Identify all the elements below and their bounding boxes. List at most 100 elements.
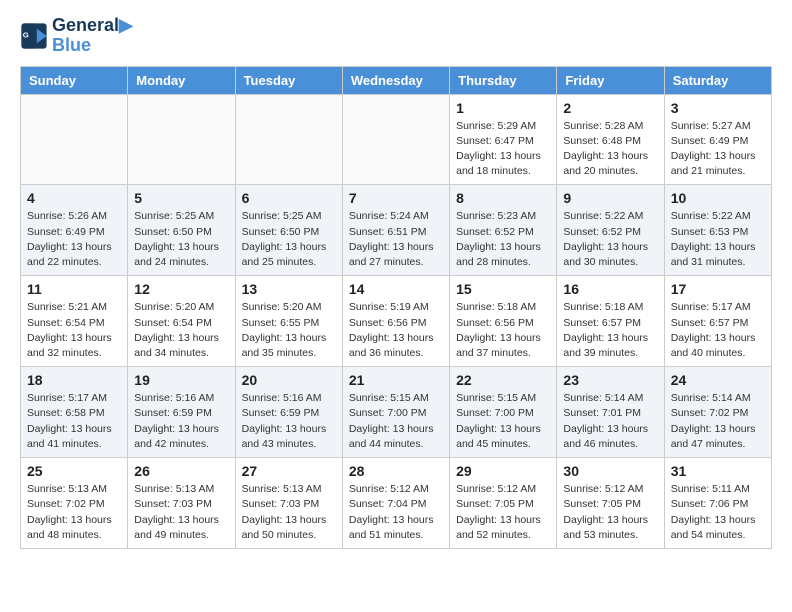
logo: G General▶ Blue <box>20 16 133 56</box>
day-number: 21 <box>349 372 443 388</box>
calendar-day-cell: 25 Sunrise: 5:13 AMSunset: 7:02 PMDayligh… <box>21 458 128 549</box>
day-number: 22 <box>456 372 550 388</box>
day-info: Sunrise: 5:13 AMSunset: 7:03 PMDaylight:… <box>242 482 336 543</box>
calendar-day-cell: 16 Sunrise: 5:18 AMSunset: 6:57 PMDayligh… <box>557 276 664 367</box>
calendar-day-cell: 26 Sunrise: 5:13 AMSunset: 7:03 PMDayligh… <box>128 458 235 549</box>
day-info: Sunrise: 5:19 AMSunset: 6:56 PMDaylight:… <box>349 300 443 361</box>
day-number: 31 <box>671 463 765 479</box>
calendar-day-cell: 21Sunrise: 5:15 AMSunset: 7:00 PMDayligh… <box>342 367 449 458</box>
day-info: Sunrise: 5:13 AMSunset: 7:03 PMDaylight:… <box>134 482 228 543</box>
calendar-day-cell <box>235 94 342 185</box>
day-number: 12 <box>134 281 228 297</box>
day-number: 19 <box>134 372 228 388</box>
day-number: 26 <box>134 463 228 479</box>
day-info: Sunrise: 5:22 AMSunset: 6:53 PMDaylight:… <box>671 209 765 270</box>
calendar-day-cell: 4Sunrise: 5:26 AMSunset: 6:49 PMDaylight… <box>21 185 128 276</box>
day-info: Sunrise: 5:28 AMSunset: 6:48 PMDaylight:… <box>563 119 657 180</box>
calendar-day-cell: 9 Sunrise: 5:22 AMSunset: 6:52 PMDaylight… <box>557 185 664 276</box>
day-info: Sunrise: 5:25 AMSunset: 6:50 PMDaylight:… <box>134 209 228 270</box>
day-info: Sunrise: 5:16 AMSunset: 6:59 PMDaylight:… <box>134 391 228 452</box>
calendar-day-cell: 8 Sunrise: 5:23 AMSunset: 6:52 PMDaylight… <box>450 185 557 276</box>
calendar-day-cell: 14Sunrise: 5:19 AMSunset: 6:56 PMDayligh… <box>342 276 449 367</box>
day-number: 30 <box>563 463 657 479</box>
day-number: 3 <box>671 100 765 116</box>
day-info: Sunrise: 5:21 AMSunset: 6:54 PMDaylight:… <box>27 300 121 361</box>
calendar-week-row: 25 Sunrise: 5:13 AMSunset: 7:02 PMDayligh… <box>21 458 772 549</box>
day-info: Sunrise: 5:15 AMSunset: 7:00 PMDaylight:… <box>456 391 550 452</box>
calendar-header-tuesday: Tuesday <box>235 66 342 94</box>
calendar-day-cell: 5 Sunrise: 5:25 AMSunset: 6:50 PMDaylight… <box>128 185 235 276</box>
day-info: Sunrise: 5:17 AMSunset: 6:58 PMDaylight:… <box>27 391 121 452</box>
day-number: 9 <box>563 190 657 206</box>
day-number: 6 <box>242 190 336 206</box>
calendar-day-cell: 24Sunrise: 5:14 AMSunset: 7:02 PMDayligh… <box>664 367 771 458</box>
calendar-day-cell: 7 Sunrise: 5:24 AMSunset: 6:51 PMDaylight… <box>342 185 449 276</box>
day-number: 4 <box>27 190 121 206</box>
day-info: Sunrise: 5:13 AMSunset: 7:02 PMDaylight:… <box>27 482 121 543</box>
calendar-day-cell: 28Sunrise: 5:12 AMSunset: 7:04 PMDayligh… <box>342 458 449 549</box>
calendar-day-cell: 12 Sunrise: 5:20 AMSunset: 6:54 PMDayligh… <box>128 276 235 367</box>
day-number: 13 <box>242 281 336 297</box>
day-number: 25 <box>27 463 121 479</box>
day-number: 17 <box>671 281 765 297</box>
calendar-day-cell <box>342 94 449 185</box>
calendar-day-cell: 18 Sunrise: 5:17 AMSunset: 6:58 PMDayligh… <box>21 367 128 458</box>
day-info: Sunrise: 5:24 AMSunset: 6:51 PMDaylight:… <box>349 209 443 270</box>
calendar-day-cell: 30 Sunrise: 5:12 AMSunset: 7:05 PMDayligh… <box>557 458 664 549</box>
day-info: Sunrise: 5:27 AMSunset: 6:49 PMDaylight:… <box>671 119 765 180</box>
day-info: Sunrise: 5:12 AMSunset: 7:05 PMDaylight:… <box>456 482 550 543</box>
day-info: Sunrise: 5:20 AMSunset: 6:54 PMDaylight:… <box>134 300 228 361</box>
day-number: 10 <box>671 190 765 206</box>
calendar-week-row: 4Sunrise: 5:26 AMSunset: 6:49 PMDaylight… <box>21 185 772 276</box>
day-number: 23 <box>563 372 657 388</box>
calendar-day-cell: 22 Sunrise: 5:15 AMSunset: 7:00 PMDayligh… <box>450 367 557 458</box>
calendar-day-cell <box>128 94 235 185</box>
day-number: 18 <box>27 372 121 388</box>
day-info: Sunrise: 5:18 AMSunset: 6:57 PMDaylight:… <box>563 300 657 361</box>
calendar-day-cell: 17 Sunrise: 5:17 AMSunset: 6:57 PMDayligh… <box>664 276 771 367</box>
day-number: 29 <box>456 463 550 479</box>
day-info: Sunrise: 5:22 AMSunset: 6:52 PMDaylight:… <box>563 209 657 270</box>
calendar-day-cell: 15 Sunrise: 5:18 AMSunset: 6:56 PMDayligh… <box>450 276 557 367</box>
calendar-day-cell: 1Sunrise: 5:29 AMSunset: 6:47 PMDaylight… <box>450 94 557 185</box>
day-info: Sunrise: 5:20 AMSunset: 6:55 PMDaylight:… <box>242 300 336 361</box>
calendar-week-row: 1Sunrise: 5:29 AMSunset: 6:47 PMDaylight… <box>21 94 772 185</box>
calendar-day-cell: 27 Sunrise: 5:13 AMSunset: 7:03 PMDayligh… <box>235 458 342 549</box>
calendar-day-cell: 11 Sunrise: 5:21 AMSunset: 6:54 PMDayligh… <box>21 276 128 367</box>
day-info: Sunrise: 5:23 AMSunset: 6:52 PMDaylight:… <box>456 209 550 270</box>
calendar-week-row: 11 Sunrise: 5:21 AMSunset: 6:54 PMDayligh… <box>21 276 772 367</box>
day-info: Sunrise: 5:25 AMSunset: 6:50 PMDaylight:… <box>242 209 336 270</box>
day-info: Sunrise: 5:14 AMSunset: 7:01 PMDaylight:… <box>563 391 657 452</box>
calendar-day-cell: 13 Sunrise: 5:20 AMSunset: 6:55 PMDayligh… <box>235 276 342 367</box>
header: G General▶ Blue <box>20 16 772 56</box>
day-number: 7 <box>349 190 443 206</box>
day-number: 5 <box>134 190 228 206</box>
calendar-day-cell: 31 Sunrise: 5:11 AMSunset: 7:06 PMDayligh… <box>664 458 771 549</box>
calendar-header-sunday: Sunday <box>21 66 128 94</box>
day-info: Sunrise: 5:11 AMSunset: 7:06 PMDaylight:… <box>671 482 765 543</box>
day-info: Sunrise: 5:12 AMSunset: 7:05 PMDaylight:… <box>563 482 657 543</box>
calendar-table: SundayMondayTuesdayWednesdayThursdayFrid… <box>20 66 772 549</box>
logo-text: General▶ Blue <box>52 16 133 56</box>
day-number: 27 <box>242 463 336 479</box>
day-info: Sunrise: 5:29 AMSunset: 6:47 PMDaylight:… <box>456 119 550 180</box>
calendar-header-thursday: Thursday <box>450 66 557 94</box>
calendar-day-cell: 6 Sunrise: 5:25 AMSunset: 6:50 PMDaylight… <box>235 185 342 276</box>
day-number: 11 <box>27 281 121 297</box>
day-info: Sunrise: 5:17 AMSunset: 6:57 PMDaylight:… <box>671 300 765 361</box>
day-number: 8 <box>456 190 550 206</box>
calendar-day-cell: 19 Sunrise: 5:16 AMSunset: 6:59 PMDayligh… <box>128 367 235 458</box>
calendar-day-cell: 20Sunrise: 5:16 AMSunset: 6:59 PMDayligh… <box>235 367 342 458</box>
day-number: 2 <box>563 100 657 116</box>
day-info: Sunrise: 5:12 AMSunset: 7:04 PMDaylight:… <box>349 482 443 543</box>
calendar-header-monday: Monday <box>128 66 235 94</box>
calendar-day-cell: 23 Sunrise: 5:14 AMSunset: 7:01 PMDayligh… <box>557 367 664 458</box>
calendar-header-friday: Friday <box>557 66 664 94</box>
calendar-week-row: 18 Sunrise: 5:17 AMSunset: 6:58 PMDayligh… <box>21 367 772 458</box>
day-number: 16 <box>563 281 657 297</box>
calendar-header-wednesday: Wednesday <box>342 66 449 94</box>
day-number: 15 <box>456 281 550 297</box>
day-info: Sunrise: 5:18 AMSunset: 6:56 PMDaylight:… <box>456 300 550 361</box>
day-info: Sunrise: 5:16 AMSunset: 6:59 PMDaylight:… <box>242 391 336 452</box>
day-info: Sunrise: 5:14 AMSunset: 7:02 PMDaylight:… <box>671 391 765 452</box>
